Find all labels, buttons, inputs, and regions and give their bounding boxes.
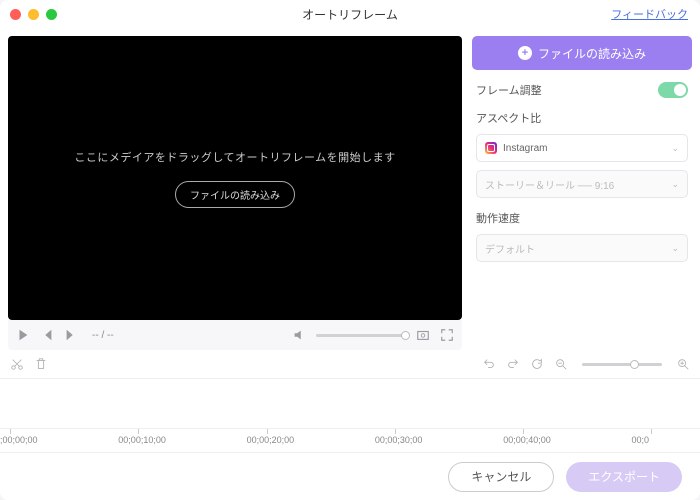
cut-icon[interactable] (10, 357, 24, 371)
aspect-ratio-value: Instagram (503, 143, 547, 154)
fullscreen-icon[interactable] (440, 328, 454, 342)
timeline-track[interactable] (0, 378, 700, 428)
auto-reframe-window: オートリフレーム フィードバック ここにメデイアをドラッグしてオートリフレームを… (0, 0, 700, 500)
settings-panel: + ファイルの読み込み フレーム調整 アスペクト比 Instagram ⌄ スト… (472, 36, 692, 350)
speed-label: 動作速度 (476, 210, 688, 226)
play-icon[interactable] (16, 328, 30, 342)
aspect-preset-select[interactable]: ストーリー＆リール ── 9:16 ⌄ (476, 170, 688, 198)
drop-hint: ここにメデイアをドラッグしてオートリフレームを開始します (74, 149, 395, 165)
timeline-toolbar (0, 350, 700, 378)
footer: キャンセル エクスポート (0, 452, 700, 500)
instagram-icon (485, 142, 497, 154)
time-display: -- / -- (92, 330, 114, 341)
aspect-ratio-label: アスペクト比 (476, 110, 688, 126)
window-title: オートリフレーム (0, 6, 700, 23)
delete-icon[interactable] (34, 357, 48, 371)
undo-icon[interactable] (482, 357, 496, 371)
chevron-down-icon: ⌄ (671, 179, 679, 190)
chevron-down-icon: ⌄ (671, 143, 679, 154)
volume-icon[interactable] (292, 328, 306, 342)
aspect-ratio-select[interactable]: Instagram ⌄ (476, 134, 688, 162)
preview-pane: ここにメデイアをドラッグしてオートリフレームを開始します ファイルの読み込み -… (8, 36, 462, 350)
ruler-tick: 00;0 (651, 429, 689, 452)
speed-value: デフォルト (485, 241, 535, 256)
cancel-button[interactable]: キャンセル (448, 462, 554, 492)
redo-icon[interactable] (506, 357, 520, 371)
import-file-label: ファイルの読み込み (538, 45, 646, 62)
zoom-slider[interactable] (582, 363, 662, 366)
import-file-button[interactable]: + ファイルの読み込み (472, 36, 692, 70)
time-ruler: 00;00;00;00 00;00;10;00 00;00;20;00 00;0… (0, 428, 700, 452)
refresh-icon[interactable] (530, 357, 544, 371)
plus-icon: + (518, 46, 532, 60)
chevron-down-icon: ⌄ (671, 243, 679, 254)
snapshot-icon[interactable] (416, 328, 430, 342)
titlebar: オートリフレーム フィードバック (0, 0, 700, 28)
playback-controls: -- / -- (8, 320, 462, 350)
export-button[interactable]: エクスポート (566, 462, 682, 492)
frame-adjust-toggle[interactable] (658, 82, 688, 98)
frame-adjust-label: フレーム調整 (476, 82, 542, 98)
next-frame-icon[interactable] (64, 328, 78, 342)
prev-frame-icon[interactable] (40, 328, 54, 342)
import-inline-button[interactable]: ファイルの読み込み (175, 181, 295, 208)
aspect-preset-value: ストーリー＆リール ── 9:16 (485, 177, 614, 192)
volume-slider[interactable] (316, 334, 406, 337)
speed-select[interactable]: デフォルト ⌄ (476, 234, 688, 262)
content-area: ここにメデイアをドラッグしてオートリフレームを開始します ファイルの読み込み -… (0, 28, 700, 350)
zoom-out-icon[interactable] (554, 357, 568, 371)
drop-zone[interactable]: ここにメデイアをドラッグしてオートリフレームを開始します ファイルの読み込み (8, 36, 462, 320)
feedback-link[interactable]: フィードバック (611, 6, 688, 22)
zoom-in-icon[interactable] (676, 357, 690, 371)
